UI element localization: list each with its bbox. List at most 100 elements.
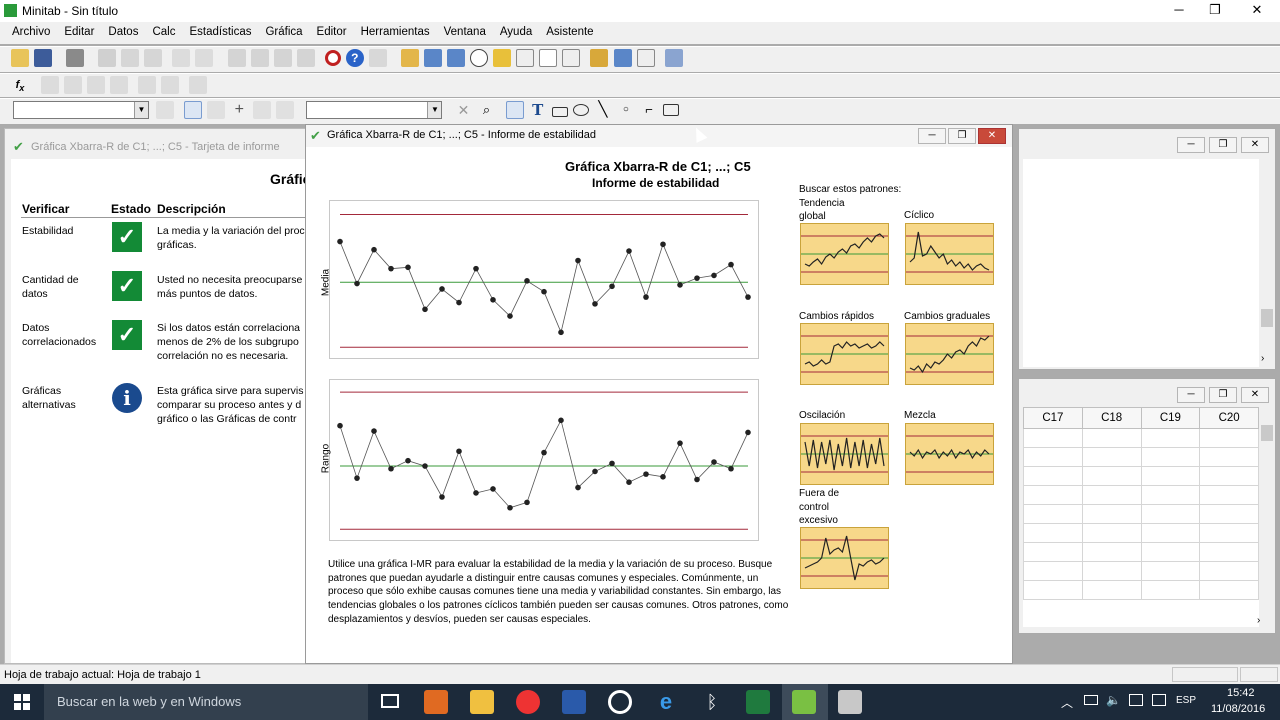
line-tool-icon[interactable]: ╲ (594, 101, 612, 119)
cell[interactable] (1081, 485, 1142, 505)
minitab-icon[interactable] (792, 690, 816, 714)
select-tool-icon[interactable] (184, 101, 203, 119)
column-header[interactable]: C19 (1140, 407, 1201, 429)
new-sheet-icon[interactable] (539, 49, 558, 67)
copy-icon[interactable] (121, 49, 140, 67)
menu-estadisticas[interactable]: Estadísticas (182, 22, 258, 38)
tray-date[interactable]: 11/08/2016 (1211, 703, 1265, 715)
zoom-icon[interactable]: ⌕ (478, 101, 496, 119)
word-icon[interactable] (562, 690, 586, 714)
cell[interactable] (1081, 561, 1142, 581)
cell[interactable] (1140, 523, 1201, 543)
rectangle-tool-icon[interactable] (551, 107, 568, 117)
find-next-icon[interactable] (296, 49, 315, 67)
ellipse-tool-icon[interactable] (572, 104, 589, 116)
cell[interactable] (1199, 485, 1259, 505)
layout-icon[interactable] (562, 49, 581, 67)
worksheet-grid[interactable]: C17 C18 C19 C20 (1023, 407, 1259, 627)
worksheet-restore-button[interactable]: ❐ (1209, 387, 1237, 403)
menu-grafica[interactable]: Gráfica (258, 22, 309, 38)
worksheet-icon[interactable] (424, 49, 442, 67)
cell[interactable] (1081, 428, 1142, 448)
graph-folder-icon[interactable] (447, 49, 466, 67)
fx-icon[interactable]: fx (11, 76, 29, 94)
menu-editor[interactable]: Editor (310, 22, 354, 38)
flag-icon[interactable] (253, 101, 272, 119)
network-app-icon[interactable] (838, 690, 862, 714)
menu-editar[interactable]: Editar (57, 22, 101, 38)
cell[interactable] (1199, 523, 1259, 543)
bluetooth-icon[interactable]: ᛒ (700, 690, 724, 714)
paste-icon[interactable] (144, 49, 163, 67)
cell[interactable] (1081, 504, 1142, 524)
cell[interactable] (1023, 580, 1083, 600)
session-restore-button[interactable]: ❐ (1209, 137, 1237, 153)
cell[interactable] (1140, 561, 1201, 581)
insert-cols-icon[interactable] (64, 76, 83, 94)
chrome-icon[interactable] (516, 690, 540, 714)
cell[interactable] (1023, 542, 1083, 562)
cell[interactable] (1140, 542, 1201, 562)
column-header[interactable]: C17 (1023, 407, 1083, 429)
cell[interactable] (1023, 447, 1083, 467)
file-explorer-icon[interactable] (470, 690, 494, 714)
text-tool-icon[interactable]: T (529, 101, 547, 119)
cell[interactable] (1081, 447, 1142, 467)
windows-start-icon[interactable] (14, 694, 30, 710)
find-icon[interactable] (273, 49, 292, 67)
cell[interactable] (1140, 428, 1201, 448)
menu-herramientas[interactable]: Herramientas (354, 22, 437, 38)
polygon-tool-icon[interactable] (663, 104, 680, 116)
marker-tool-icon[interactable]: ○ (617, 101, 635, 119)
x-delete-icon[interactable]: ✕ (455, 101, 473, 119)
report-close-button[interactable]: ✕ (978, 128, 1006, 144)
cell[interactable] (1140, 447, 1201, 467)
table-icon[interactable] (613, 49, 632, 67)
save-icon[interactable] (34, 49, 53, 67)
target-app-icon[interactable] (608, 690, 632, 714)
cell[interactable] (1081, 542, 1142, 562)
task-view-icon[interactable] (381, 694, 399, 708)
tray-chevron-icon[interactable]: ︿ (1061, 694, 1073, 711)
session-minimize-button[interactable]: ─ (1177, 137, 1205, 153)
cell[interactable] (1140, 580, 1201, 600)
cell[interactable] (1140, 466, 1201, 486)
move-col-icon[interactable] (87, 76, 106, 94)
graph-element-combo[interactable]: ▼ (13, 101, 149, 119)
next-icon[interactable] (250, 49, 269, 67)
brush-tool-icon[interactable] (156, 101, 175, 119)
cut-icon[interactable] (98, 49, 117, 67)
print-icon[interactable] (66, 49, 85, 67)
session-close-button[interactable]: ✕ (1241, 137, 1269, 153)
worksheet-minimize-button[interactable]: ─ (1177, 387, 1205, 403)
cell[interactable] (1199, 542, 1259, 562)
cell[interactable] (1199, 580, 1259, 600)
insert-rows-icon[interactable] (41, 76, 60, 94)
tray-network-icon[interactable] (1129, 694, 1143, 706)
clear-icon[interactable] (110, 76, 129, 94)
window-close-icon[interactable] (664, 49, 683, 67)
media-player-icon[interactable] (424, 690, 448, 714)
pointer-tool-icon[interactable] (505, 101, 524, 119)
cell[interactable] (1023, 561, 1083, 581)
report-restore-button[interactable]: ❐ (948, 128, 976, 144)
worksheet-close-button[interactable]: ✕ (1241, 387, 1269, 403)
tray-language[interactable]: ESP (1176, 695, 1196, 706)
internet-explorer-icon[interactable]: e (654, 690, 678, 714)
cancel-icon[interactable] (324, 50, 341, 66)
tray-volume-icon[interactable]: 🔈 (1106, 693, 1121, 707)
column-header[interactable]: C20 (1199, 407, 1259, 429)
tray-notifications-icon[interactable] (1152, 694, 1166, 706)
menu-datos[interactable]: Datos (101, 22, 145, 38)
cell[interactable] (1199, 561, 1259, 581)
close-button[interactable]: ✕ (1234, 0, 1280, 22)
cell[interactable] (1023, 485, 1083, 505)
polyline-tool-icon[interactable]: ⌐ (640, 101, 658, 119)
crosshair-icon[interactable]: + (230, 101, 248, 119)
cell[interactable] (1081, 523, 1142, 543)
panel-icon[interactable] (636, 49, 655, 67)
cell[interactable] (1140, 504, 1201, 524)
manager-icon[interactable] (590, 49, 609, 67)
tray-time[interactable]: 15:42 (1227, 687, 1255, 699)
eraser-icon[interactable] (161, 76, 180, 94)
